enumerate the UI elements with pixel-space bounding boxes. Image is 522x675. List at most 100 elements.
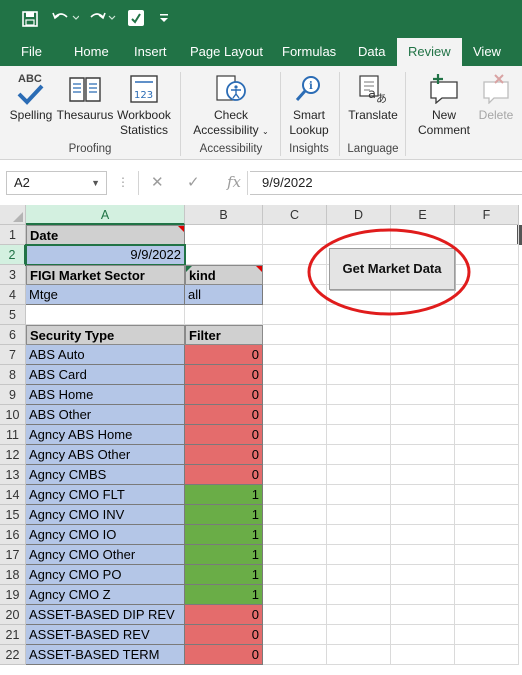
workbook-statistics-button[interactable]: 123 Workbook Statistics xyxy=(114,66,174,138)
filter-value-cell[interactable]: 0 xyxy=(185,445,263,465)
empty-cell[interactable] xyxy=(263,605,327,625)
empty-cell[interactable] xyxy=(455,505,519,525)
empty-cell[interactable] xyxy=(455,565,519,585)
empty-cell[interactable] xyxy=(327,405,391,425)
filter-value-cell[interactable]: 1 xyxy=(185,485,263,505)
filter-value-cell[interactable]: 1 xyxy=(185,585,263,605)
empty-cell[interactable] xyxy=(455,605,519,625)
empty-cell[interactable] xyxy=(455,645,519,665)
save-icon[interactable] xyxy=(20,9,40,29)
column-header-a[interactable]: A xyxy=(26,205,185,225)
chevron-down-icon[interactable]: ▼ xyxy=(91,172,100,194)
column-header-b[interactable]: B xyxy=(185,205,263,225)
empty-cell[interactable] xyxy=(263,585,327,605)
empty-cell[interactable] xyxy=(455,625,519,645)
empty-cell[interactable] xyxy=(391,345,455,365)
empty-cell[interactable] xyxy=(327,585,391,605)
empty-cell[interactable] xyxy=(455,545,519,565)
row-header-9[interactable]: 9 xyxy=(0,385,26,405)
row-header-22[interactable]: 22 xyxy=(0,645,26,665)
filter-value-cell[interactable]: 0 xyxy=(185,365,263,385)
row-header-14[interactable]: 14 xyxy=(0,485,26,505)
empty-cell[interactable] xyxy=(327,625,391,645)
empty-cell[interactable] xyxy=(263,645,327,665)
filter-value-cell[interactable]: 1 xyxy=(185,525,263,545)
undo-icon[interactable] xyxy=(50,9,80,29)
empty-cell[interactable] xyxy=(263,425,327,445)
security-type-cell[interactable]: Agncy ABS Other xyxy=(26,445,185,465)
empty-cell[interactable] xyxy=(327,525,391,545)
empty-cell[interactable] xyxy=(391,405,455,425)
row-header-13[interactable]: 13 xyxy=(0,465,26,485)
empty-cell[interactable] xyxy=(185,225,263,245)
empty-cell[interactable] xyxy=(263,625,327,645)
security-type-cell[interactable]: Agncy CMO INV xyxy=(26,505,185,525)
row-header-10[interactable]: 10 xyxy=(0,405,26,425)
empty-cell[interactable] xyxy=(455,585,519,605)
empty-cell[interactable] xyxy=(327,485,391,505)
row-header-2[interactable]: 2 xyxy=(0,245,26,265)
smart-lookup-button[interactable]: i Smart Lookup xyxy=(284,66,334,138)
empty-cell[interactable] xyxy=(185,305,263,325)
select-all-corner[interactable] xyxy=(0,205,26,225)
security-type-cell[interactable]: ABS Other xyxy=(26,405,185,425)
filter-value-cell[interactable]: 0 xyxy=(185,605,263,625)
empty-cell[interactable] xyxy=(263,345,327,365)
row-header-8[interactable]: 8 xyxy=(0,365,26,385)
tab-home[interactable]: Home xyxy=(74,38,109,66)
empty-cell[interactable] xyxy=(327,605,391,625)
empty-cell[interactable] xyxy=(455,325,519,345)
thesaurus-button[interactable]: Thesaurus xyxy=(56,66,114,123)
empty-cell[interactable] xyxy=(263,385,327,405)
empty-cell[interactable] xyxy=(391,585,455,605)
row-header-17[interactable]: 17 xyxy=(0,545,26,565)
security-type-cell[interactable]: ASSET-BASED DIP REV xyxy=(26,605,185,625)
security-type-cell[interactable]: Agncy CMO PO xyxy=(26,565,185,585)
empty-cell[interactable] xyxy=(391,365,455,385)
new-comment-button[interactable]: New Comment xyxy=(410,66,478,138)
empty-cell[interactable] xyxy=(263,525,327,545)
tab-insert[interactable]: Insert xyxy=(134,38,167,66)
filter-value-cell[interactable]: 0 xyxy=(185,465,263,485)
empty-cell[interactable] xyxy=(455,385,519,405)
empty-cell[interactable] xyxy=(391,605,455,625)
empty-cell[interactable] xyxy=(391,505,455,525)
security-type-cell[interactable]: ABS Card xyxy=(26,365,185,385)
row-header-11[interactable]: 11 xyxy=(0,425,26,445)
empty-cell[interactable] xyxy=(263,505,327,525)
empty-cell[interactable] xyxy=(327,545,391,565)
security-type-cell[interactable]: ASSET-BASED TERM xyxy=(26,645,185,665)
security-type-cell[interactable]: Agncy CMO Z xyxy=(26,585,185,605)
empty-cell[interactable] xyxy=(327,365,391,385)
column-header-c[interactable]: C xyxy=(263,205,327,225)
filter-value-cell[interactable]: 0 xyxy=(185,345,263,365)
empty-cell[interactable] xyxy=(455,465,519,485)
empty-cell[interactable] xyxy=(391,385,455,405)
empty-cell[interactable] xyxy=(455,405,519,425)
empty-cell[interactable] xyxy=(455,445,519,465)
column-header-f[interactable]: F xyxy=(455,205,519,225)
tab-file[interactable]: File xyxy=(21,38,42,66)
row-header-16[interactable]: 16 xyxy=(0,525,26,545)
security-type-cell[interactable]: ASSET-BASED REV xyxy=(26,625,185,645)
filter-value-cell[interactable]: 1 xyxy=(185,565,263,585)
filter-value-cell[interactable]: 0 xyxy=(185,645,263,665)
empty-cell[interactable] xyxy=(327,345,391,365)
empty-cell[interactable] xyxy=(391,545,455,565)
security-type-cell[interactable]: Agncy CMO FLT xyxy=(26,485,185,505)
empty-cell[interactable] xyxy=(327,565,391,585)
row-header-5[interactable]: 5 xyxy=(0,305,26,325)
tab-review[interactable]: Review xyxy=(397,38,462,67)
column-header-d[interactable]: D xyxy=(327,205,391,225)
empty-cell[interactable] xyxy=(391,445,455,465)
security-type-cell[interactable]: Agncy CMBS xyxy=(26,465,185,485)
empty-cell[interactable] xyxy=(391,645,455,665)
empty-cell[interactable] xyxy=(391,325,455,345)
tab-page-layout[interactable]: Page Layout xyxy=(190,38,263,66)
formula-input[interactable]: 9/9/2022 xyxy=(262,175,313,190)
row-header-4[interactable]: 4 xyxy=(0,285,26,305)
empty-cell[interactable] xyxy=(391,565,455,585)
insert-function-icon[interactable]: fx xyxy=(227,173,241,191)
empty-cell[interactable] xyxy=(391,465,455,485)
tab-view[interactable]: View xyxy=(473,38,501,66)
